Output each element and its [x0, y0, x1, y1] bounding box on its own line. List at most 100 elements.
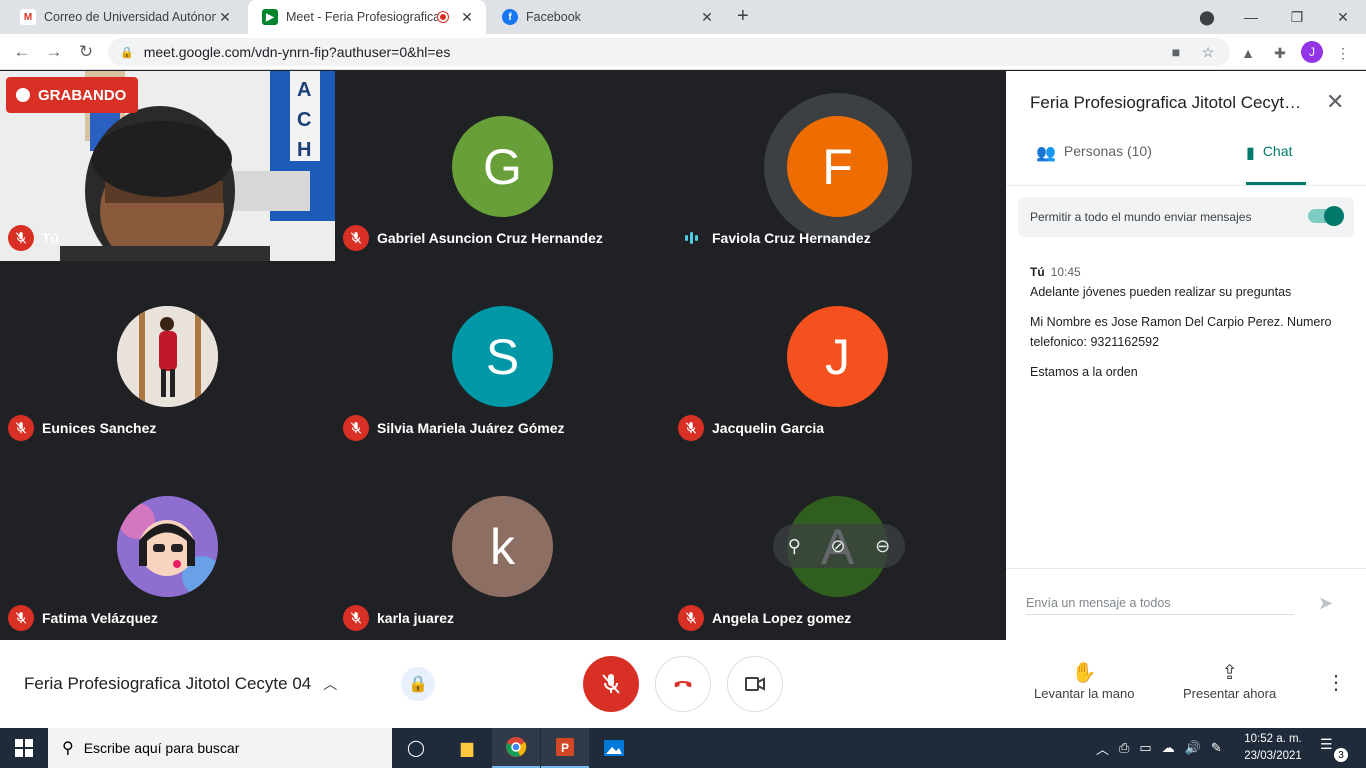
people-icon: 👥	[1036, 145, 1056, 162]
recording-indicator-icon	[438, 12, 448, 22]
close-tab-icon[interactable]: ✕	[698, 9, 716, 26]
photos-icon[interactable]	[590, 728, 638, 768]
mic-off-icon	[602, 674, 620, 694]
camera-toggle-button[interactable]	[727, 656, 783, 712]
tab-facebook[interactable]: f Facebook ✕	[488, 0, 726, 34]
participant-tile[interactable]: k karla juarez	[335, 451, 670, 641]
mute-participant-icon[interactable]: ⊘	[830, 536, 845, 557]
raise-hand-button[interactable]: ✋ Levantar la mano	[1034, 660, 1134, 701]
new-tab-button[interactable]: +	[737, 5, 749, 28]
reload-button[interactable]: ↻	[74, 40, 98, 64]
message-header: Tú 10:45	[1030, 265, 1081, 279]
address-toolbar: ← → ↻ 🔒 meet.google.com/vdn-ynrn-fip?aut…	[0, 34, 1366, 70]
extension-icon[interactable]: ▲	[1239, 44, 1257, 62]
close-panel-icon[interactable]: ✕	[1326, 89, 1344, 115]
file-explorer-icon[interactable]: ▆	[443, 728, 491, 768]
close-tab-icon[interactable]: ✕	[216, 9, 234, 26]
participant-tile[interactable]: Eunices Sanchez	[0, 261, 335, 451]
lock-icon[interactable]: 🔒	[120, 46, 134, 59]
participant-tile[interactable]: S Silvia Mariela Juárez Gómez	[335, 261, 670, 451]
participant-name: Jacquelin Garcia	[678, 415, 824, 441]
taskbar-search[interactable]: ⚲ Escribe aquí para buscar	[48, 728, 392, 768]
mic-off-icon	[343, 415, 369, 441]
chrome-taskbar-icon[interactable]	[492, 728, 540, 768]
tab-meet[interactable]: ▶ Meet - Feria Profesiografica ✕	[248, 0, 486, 34]
meet-now-icon[interactable]: ⎙	[1119, 740, 1129, 756]
tab-chat[interactable]: ▮ Chat	[1246, 143, 1306, 185]
leave-call-button[interactable]	[655, 656, 711, 712]
present-now-button[interactable]: ⇪ Presentar ahora	[1183, 660, 1276, 701]
participant-name: Eunices Sanchez	[8, 415, 156, 441]
tab-search-icon[interactable]: ⬤	[1184, 0, 1230, 34]
chrome-menu-icon[interactable]: ⋮	[1334, 44, 1352, 62]
hang-up-icon	[674, 681, 692, 688]
host-controls-shield-icon[interactable]: 🔒	[401, 667, 435, 701]
avatar: G	[452, 116, 553, 217]
mic-off-icon	[343, 225, 369, 251]
url-text: meet.google.com/vdn-ynrn-fip?authuser=0&…	[143, 44, 451, 60]
svg-text:P: P	[561, 741, 569, 755]
pen-icon[interactable]: ✎	[1211, 740, 1222, 756]
search-icon: ⚲	[62, 740, 74, 757]
minimize-button[interactable]: —	[1228, 0, 1274, 34]
avatar	[117, 496, 218, 597]
svg-text:A: A	[297, 79, 311, 101]
chat-message: Estamos a la orden	[1030, 365, 1138, 379]
mic-off-icon	[8, 415, 34, 441]
windows-logo-icon	[15, 739, 33, 757]
tab-people[interactable]: 👥 Personas (10)	[1036, 143, 1166, 185]
meeting-details[interactable]: Feria Profesiografica Jitotol Cecyte 04 …	[24, 674, 337, 694]
back-button[interactable]: ←	[10, 40, 34, 64]
taskbar-clock[interactable]: 10:52 a. m. 23/03/2021	[1242, 731, 1304, 765]
divider	[1006, 185, 1366, 186]
avatar: S	[452, 306, 553, 407]
windows-start-button[interactable]	[0, 728, 48, 768]
participant-tile[interactable]: F Faviola Cruz Hernandez	[670, 71, 1005, 261]
forward-button[interactable]: →	[42, 40, 66, 64]
chevron-up-icon[interactable]: ︿	[323, 674, 337, 694]
chevron-up-icon[interactable]: ︿	[1096, 739, 1109, 758]
volume-icon[interactable]: 🔊	[1185, 740, 1201, 756]
mic-off-icon	[8, 225, 34, 251]
puzzle-icon[interactable]: ✚	[1271, 44, 1289, 62]
onedrive-cloud-icon[interactable]: ☁	[1162, 740, 1175, 756]
windows-taskbar: ⚲ Escribe aquí para buscar ◯ ▆ P ︿ ⎙ ▭ ☁…	[0, 728, 1366, 768]
panel-title: Feria Profesiografica Jitotol Cecyte 04	[1030, 93, 1306, 112]
participant-tile[interactable]: G Gabriel Asuncion Cruz Hernandez	[335, 71, 670, 261]
profile-avatar[interactable]: J	[1301, 41, 1323, 63]
chat-message: Mi Nombre es Jose Ramon Del Carpio Perez…	[1030, 315, 1332, 349]
participant-tile-self[interactable]: A C H GRABANDO Tú	[0, 71, 335, 261]
permission-toggle[interactable]	[1308, 206, 1344, 226]
mic-off-icon	[343, 605, 369, 631]
close-window-button[interactable]: ✕	[1320, 0, 1366, 34]
participant-name: Fatima Velázquez	[8, 605, 158, 631]
camera-icon[interactable]: ■	[1164, 38, 1188, 66]
video-camera-icon	[745, 677, 765, 691]
more-options-icon[interactable]: ⋮	[1326, 670, 1346, 695]
present-screen-icon: ⇪	[1221, 662, 1238, 684]
send-icon[interactable]: ➤	[1318, 593, 1333, 614]
participant-name: Tú	[8, 225, 59, 251]
bookmark-star-icon[interactable]: ☆	[1196, 38, 1220, 66]
microphone-toggle-button[interactable]	[583, 656, 639, 712]
action-center-icon[interactable]: ☰ 3	[1320, 736, 1348, 762]
tab-gmail[interactable]: M Correo de Universidad Autónoma ✕	[6, 0, 244, 34]
avatar: k	[452, 496, 553, 597]
network-icon[interactable]: ▭	[1139, 740, 1151, 756]
pin-icon[interactable]: ⚲	[788, 536, 801, 557]
restore-button[interactable]: ❐	[1274, 0, 1320, 34]
system-tray: ︿ ⎙ ▭ ☁ 🔊 ✎	[1096, 728, 1222, 768]
participant-tile[interactable]: J Jacquelin Garcia	[670, 261, 1005, 451]
participant-name: Silvia Mariela Juárez Gómez	[343, 415, 565, 441]
powerpoint-icon[interactable]: P	[541, 728, 589, 768]
participant-tile[interactable]: Fatima Velázquez	[0, 451, 335, 641]
audio-level-icon	[678, 225, 704, 251]
recording-badge: GRABANDO	[6, 77, 139, 113]
remove-participant-icon[interactable]: ⊖	[875, 536, 890, 557]
avatar	[117, 306, 218, 407]
chat-message-input[interactable]: Envía un mensaje a todos	[1026, 596, 1294, 615]
url-bar[interactable]: 🔒 meet.google.com/vdn-ynrn-fip?authuser=…	[108, 38, 1230, 66]
task-view-icon[interactable]: ◯	[392, 728, 440, 768]
close-tab-icon[interactable]: ✕	[458, 9, 476, 26]
participant-name: Faviola Cruz Hernandez	[678, 225, 871, 251]
